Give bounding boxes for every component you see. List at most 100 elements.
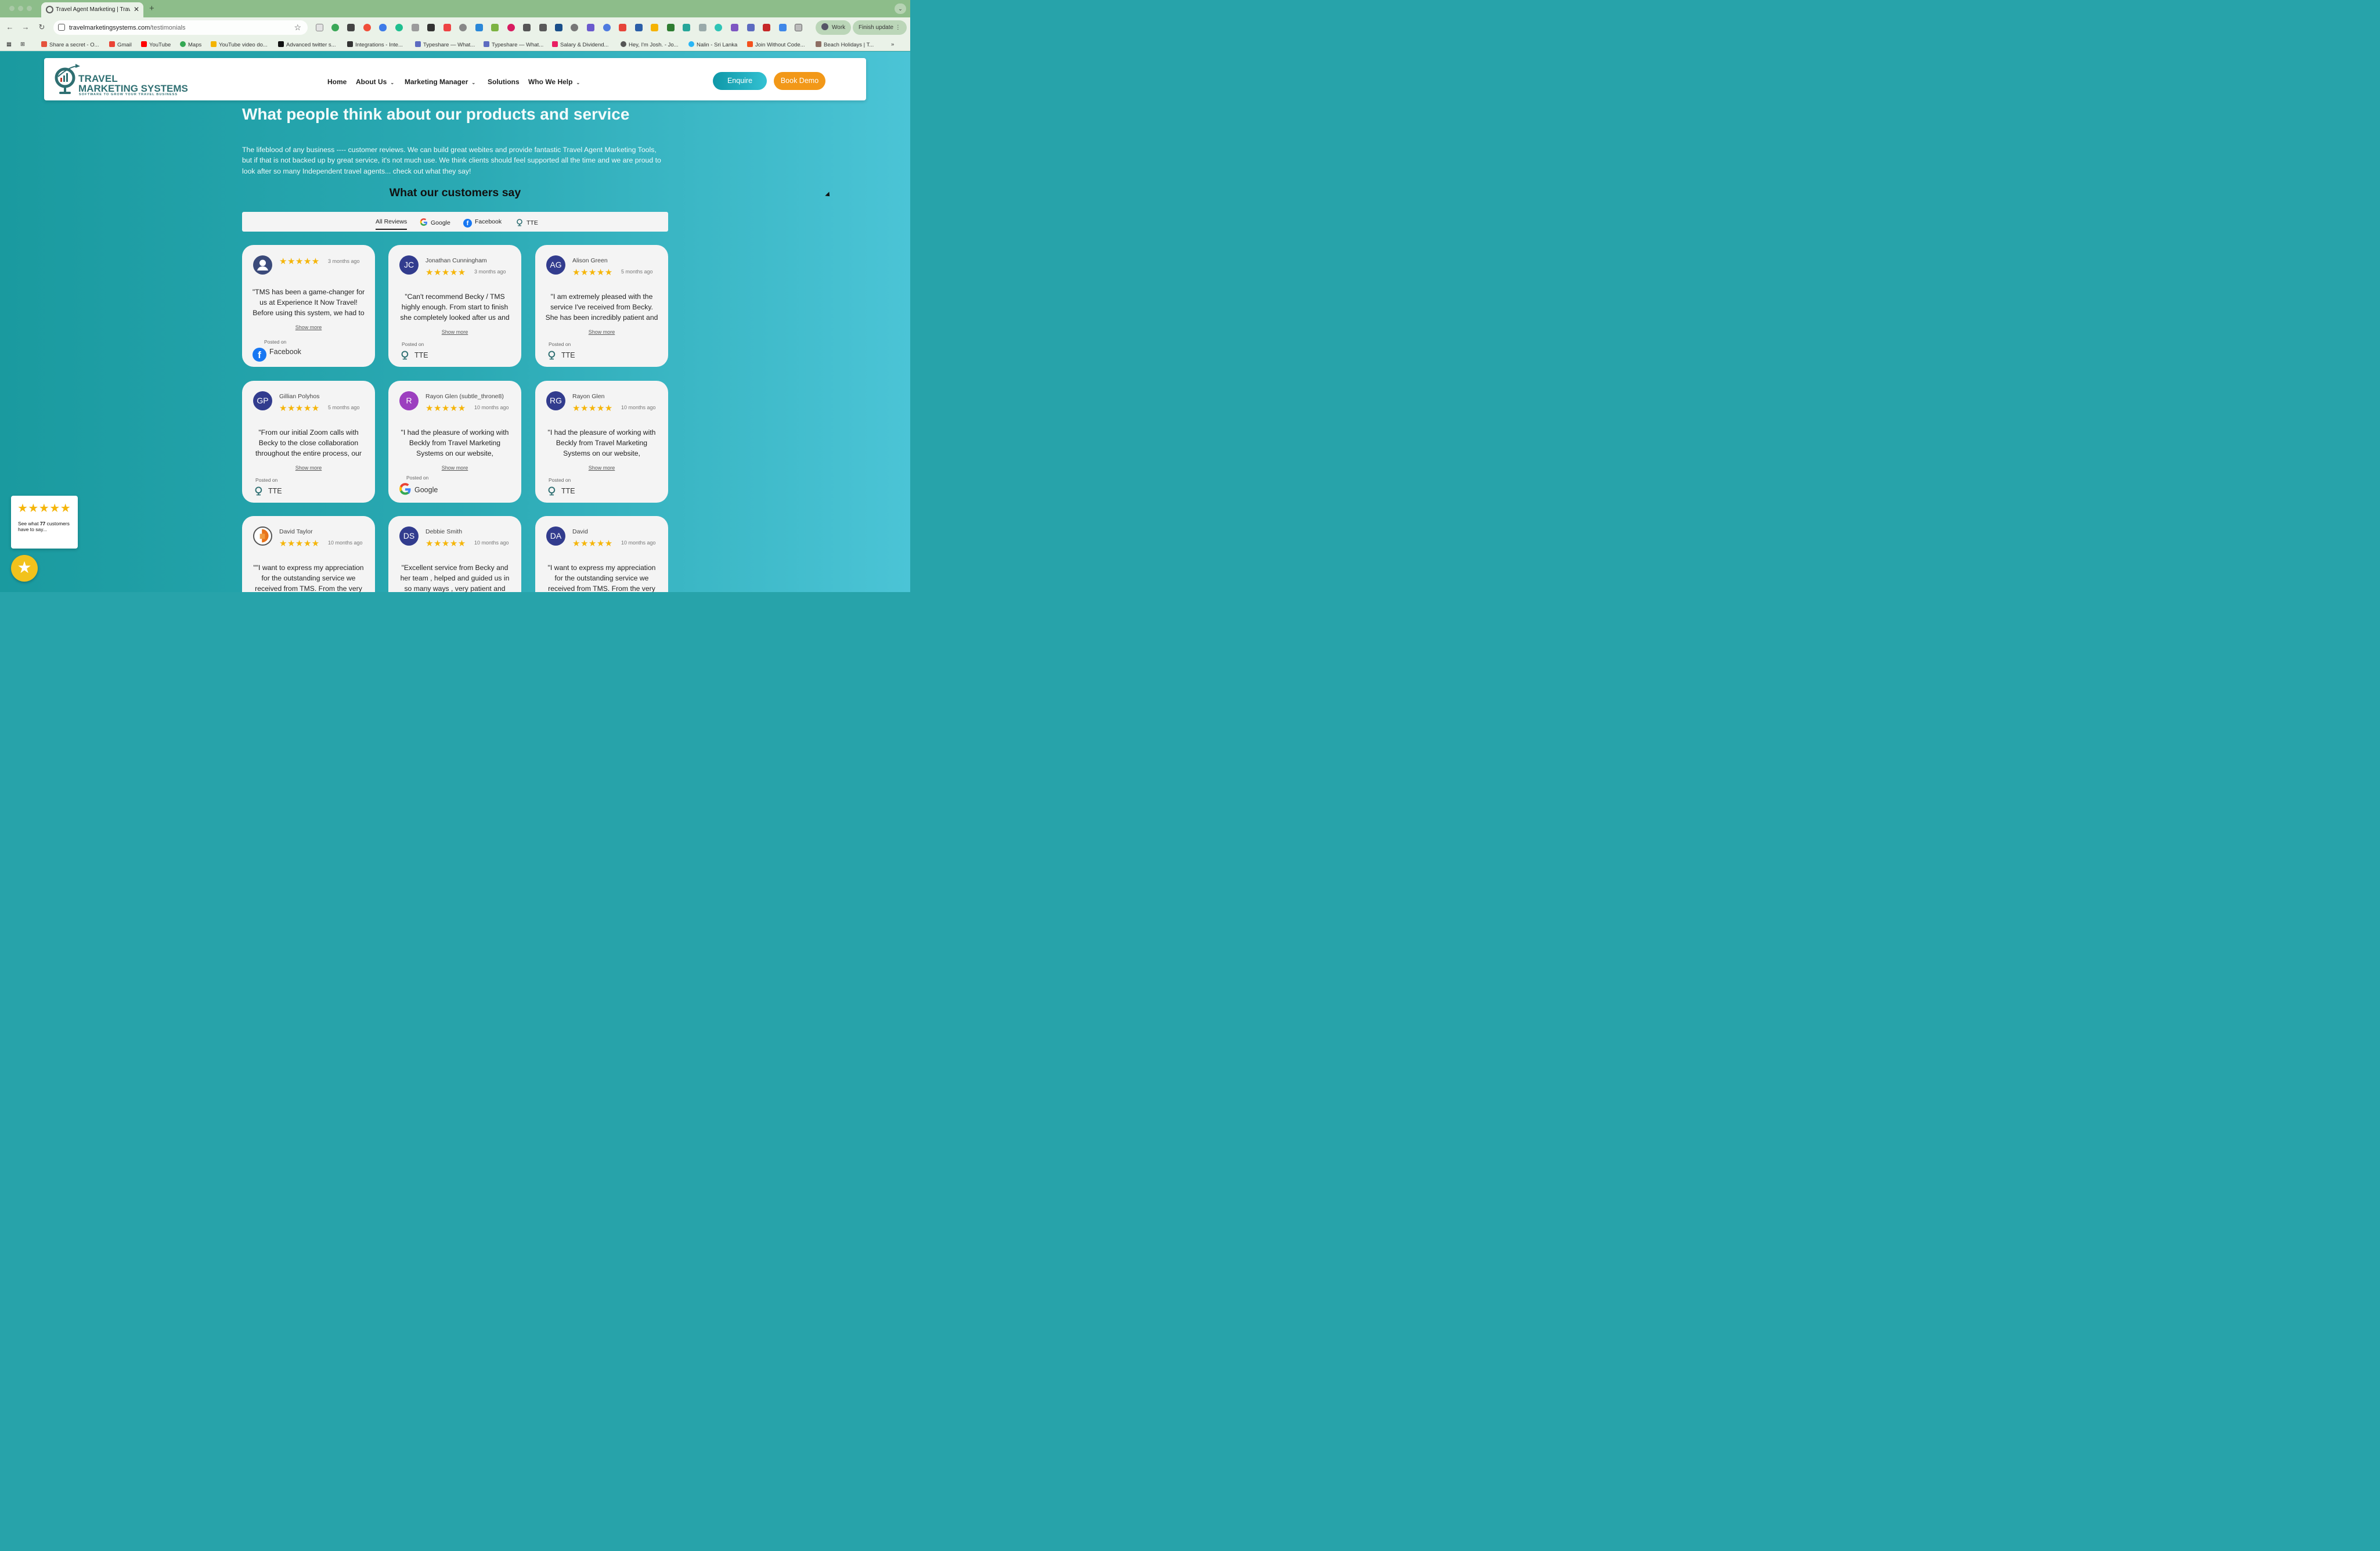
extension-icon[interactable] (507, 24, 515, 31)
tab-all-reviews[interactable]: All Reviews (376, 218, 408, 230)
extension-icon[interactable] (715, 24, 722, 31)
nav-solutions[interactable]: Solutions (488, 78, 520, 86)
reviews-star-button[interactable]: ★ (11, 555, 38, 582)
extension-icon[interactable] (539, 24, 547, 31)
bookmark-item[interactable]: YouTube video do... (211, 41, 268, 48)
review-text: "I had the pleasure of working with Beck… (547, 428, 656, 458)
show-more-link[interactable]: Show more (242, 465, 375, 471)
extension-icon[interactable] (699, 24, 706, 31)
review-platform[interactable]: TTE (547, 486, 575, 496)
window-close-button[interactable] (9, 6, 15, 11)
bookmark-item[interactable]: Maps (180, 41, 201, 48)
show-more-link[interactable]: Show more (388, 465, 521, 471)
browser-tab-active[interactable]: Travel Agent Marketing | Trav ✕ (41, 2, 143, 17)
show-more-link[interactable]: Show more (388, 329, 521, 335)
extension-icon[interactable] (395, 24, 403, 31)
extension-icon[interactable] (651, 24, 658, 31)
extension-icon[interactable] (747, 24, 755, 31)
grid-icon[interactable]: ⊞ (20, 41, 25, 48)
show-more-link[interactable]: Show more (242, 324, 375, 330)
show-more-link[interactable]: Show more (535, 465, 668, 471)
extension-icon[interactable] (683, 24, 690, 31)
apps-icon[interactable]: ▦ (6, 41, 12, 48)
extension-icon[interactable] (523, 24, 531, 31)
logo-tagline: SOFTWARE TO GROW YOUR TRAVEL BUSINESS (79, 93, 178, 96)
more-bookmarks-icon[interactable]: » (891, 41, 894, 48)
company-logo-icon (259, 529, 269, 543)
extension-icon[interactable] (619, 24, 626, 31)
bookmark-item[interactable]: Typeshare — What... (484, 41, 543, 48)
reviewer-name: David Taylor (279, 528, 313, 535)
reviews-summary-widget[interactable]: ★★★★★ See what 77 customers have to say.… (11, 496, 78, 549)
extension-icon[interactable] (379, 24, 387, 31)
site-info-icon[interactable] (58, 24, 65, 31)
review-platform[interactable]: TTE (254, 486, 282, 496)
extension-icon[interactable] (475, 24, 483, 31)
download-icon[interactable] (779, 24, 787, 31)
bookmark-item[interactable]: Gmail (109, 41, 132, 48)
new-tab-button[interactable]: + (149, 3, 154, 13)
bookmark-item[interactable]: YouTube (141, 41, 171, 48)
review-card: GP Gillian Polyhos ★★★★★ 5 months ago "F… (242, 381, 375, 503)
review-text: "Can't recommend Becky / TMS highly enou… (400, 293, 510, 322)
enquire-button[interactable]: Enquire (713, 72, 767, 90)
bookmark-item[interactable]: Share a secret - O... (41, 41, 99, 48)
nav-marketing-manager[interactable]: Marketing Manager ⌄ (405, 78, 475, 86)
window-minimize-button[interactable] (18, 6, 23, 11)
bookmark-item[interactable]: Join Without Code... (747, 41, 805, 48)
extensions-puzzle-icon[interactable] (795, 24, 802, 31)
bookmark-item[interactable]: Beach Holidays | T... (816, 41, 874, 48)
extension-icon[interactable] (491, 24, 499, 31)
extension-icon[interactable] (347, 24, 355, 31)
finish-update-button[interactable]: Finish update ⋮ (853, 20, 907, 35)
extension-icon[interactable] (635, 24, 643, 31)
address-bar[interactable]: travelmarketingsystems.com/testimonials … (53, 20, 308, 35)
extension-icon[interactable] (316, 24, 323, 31)
extension-icon[interactable] (603, 24, 611, 31)
flag-icon[interactable] (763, 24, 770, 31)
bookmark-item[interactable]: Integrations - Inte... (347, 41, 403, 48)
reload-button[interactable]: ↻ (37, 23, 47, 32)
tab-google[interactable]: Google (420, 218, 450, 226)
bookmark-star-icon[interactable]: ☆ (294, 23, 301, 33)
logo-globe-icon[interactable] (52, 63, 80, 96)
extension-icon[interactable] (427, 24, 435, 31)
extension-icon[interactable] (731, 24, 738, 31)
forward-button[interactable]: → (20, 23, 31, 31)
tab-search-button[interactable]: ⌄ (895, 3, 906, 14)
extension-icon[interactable] (667, 24, 675, 31)
book-demo-button[interactable]: Book Demo (774, 72, 825, 90)
profile-button[interactable]: Work (816, 20, 852, 35)
extension-icon[interactable] (555, 24, 562, 31)
review-platform[interactable]: TTE (401, 350, 428, 360)
globe-icon (46, 6, 53, 13)
extension-icon[interactable] (571, 24, 578, 31)
tab-facebook[interactable]: f Facebook (463, 218, 502, 228)
nav-about-us[interactable]: About Us ⌄ (356, 78, 394, 86)
window-zoom-button[interactable] (27, 6, 32, 11)
tab-tte[interactable]: TTE (516, 218, 538, 226)
bookmark-item[interactable]: Nalin - Sri Lanka (688, 41, 737, 48)
extension-icon[interactable] (459, 24, 467, 31)
back-button[interactable]: ← (5, 23, 15, 31)
reviewer-name: Rayon Glen (subtle_throne8) (425, 393, 504, 400)
show-more-link[interactable]: Show more (535, 329, 668, 335)
extension-icon[interactable] (412, 24, 419, 31)
bookmark-item[interactable]: Salary & Dividend... (552, 41, 608, 48)
nav-home[interactable]: Home (327, 78, 347, 86)
bookmark-item[interactable]: Typeshare — What... (415, 41, 475, 48)
avatar: DA (546, 526, 565, 546)
extension-icon[interactable] (587, 24, 594, 31)
extension-icon[interactable] (363, 24, 371, 31)
nav-who-we-help[interactable]: Who We Help ⌄ (528, 78, 580, 86)
bookmark-item[interactable]: Advanced twitter s... (278, 41, 336, 48)
extension-icon[interactable] (331, 24, 339, 31)
review-platform[interactable]: Google (399, 483, 438, 496)
review-platform[interactable]: f Facebook (253, 348, 301, 362)
mouse-cursor-icon (825, 192, 832, 199)
review-text: "I want to express my appreciation for t… (547, 564, 656, 592)
close-icon[interactable]: ✕ (134, 5, 139, 13)
review-platform[interactable]: TTE (547, 350, 575, 360)
extension-icon[interactable] (443, 24, 451, 31)
bookmark-item[interactable]: Hey, I'm Josh. - Jo... (621, 41, 679, 48)
